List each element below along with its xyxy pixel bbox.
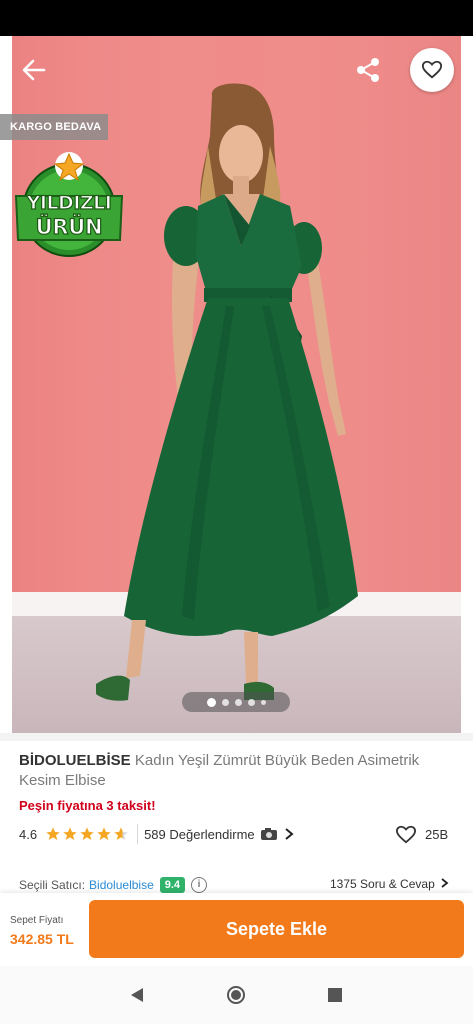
add-to-cart-button[interactable]: Sepete Ekle [89, 900, 464, 958]
back-button[interactable] [18, 54, 50, 86]
seller-score-badge: 9.4 [159, 877, 186, 893]
qa-count: 1375 Soru & Cevap [330, 877, 435, 891]
like-count[interactable]: 25B [395, 824, 448, 844]
rating-row: 4.6 589 Değerlendirme [19, 823, 459, 845]
pager-dot[interactable] [206, 697, 216, 707]
half-star-icon [114, 827, 128, 840]
share-button[interactable] [352, 54, 384, 86]
image-pager[interactable] [182, 692, 290, 712]
camera-icon [260, 828, 277, 840]
arrow-left-icon [22, 59, 46, 81]
nav-recents-button[interactable] [325, 985, 345, 1005]
product-photo[interactable] [12, 36, 461, 733]
info-icon[interactable]: i [191, 877, 208, 893]
star-icon [97, 827, 111, 840]
star-product-badge: YILDIZLI ÜRÜN [12, 148, 126, 258]
product-title: BİDOLUELBİSE Kadın Yeşil Zümrüt Büyük Be… [19, 751, 449, 791]
section-divider [0, 733, 473, 741]
chevron-right-icon [441, 878, 449, 888]
status-bar [0, 0, 473, 36]
reviews-count: 589 Değerlendirme [144, 826, 255, 842]
rating-value: 4.6 [19, 826, 38, 842]
cart-bar: Sepet Fiyatı 342.85 TL Sepete Ekle [0, 893, 473, 966]
favorite-button[interactable] [410, 48, 454, 92]
nav-back-button[interactable] [127, 985, 147, 1005]
product-image-gallery[interactable]: KARGO BEDAVA YILDIZLI ÜRÜN [0, 36, 473, 733]
price-value: 342.85 TL [10, 931, 74, 947]
system-nav-bar [0, 966, 473, 1024]
heart-icon [421, 60, 443, 79]
price-label: Sepet Fiyatı [10, 915, 64, 926]
star-icon [80, 827, 94, 840]
triangle-back-icon [131, 988, 143, 1002]
heart-icon [395, 825, 417, 844]
seller-link[interactable]: Bidoluelbise [89, 878, 154, 892]
questions-link[interactable]: 1375 Soru & Cevap [330, 877, 449, 891]
reviews-link[interactable]: 589 Değerlendirme [144, 827, 294, 842]
pager-dot[interactable] [260, 699, 266, 705]
star-icon [46, 827, 60, 840]
seller-label: Seçili Satıcı: [19, 878, 86, 892]
likes-value: 25B [425, 826, 449, 842]
star-icon [63, 827, 77, 840]
rating-stars [45, 826, 129, 842]
nav-home-button[interactable] [226, 985, 246, 1005]
installment-promo: Peşin fiyatına 3 taksit! [19, 798, 156, 813]
free-shipping-badge: KARGO BEDAVA [0, 114, 108, 140]
divider [137, 824, 139, 844]
brand-name[interactable]: BİDOLUELBİSE [19, 752, 131, 769]
share-icon [357, 58, 379, 82]
star-badge-line1: YILDIZLI [26, 191, 112, 214]
square-recents-icon [328, 988, 342, 1002]
pager-dot[interactable] [234, 698, 242, 706]
circle-home-icon [227, 986, 245, 1004]
pager-dot[interactable] [221, 698, 229, 706]
chevron-right-icon [285, 828, 294, 840]
pager-dot[interactable] [247, 698, 255, 706]
star-badge-line2: ÜRÜN [35, 214, 103, 239]
